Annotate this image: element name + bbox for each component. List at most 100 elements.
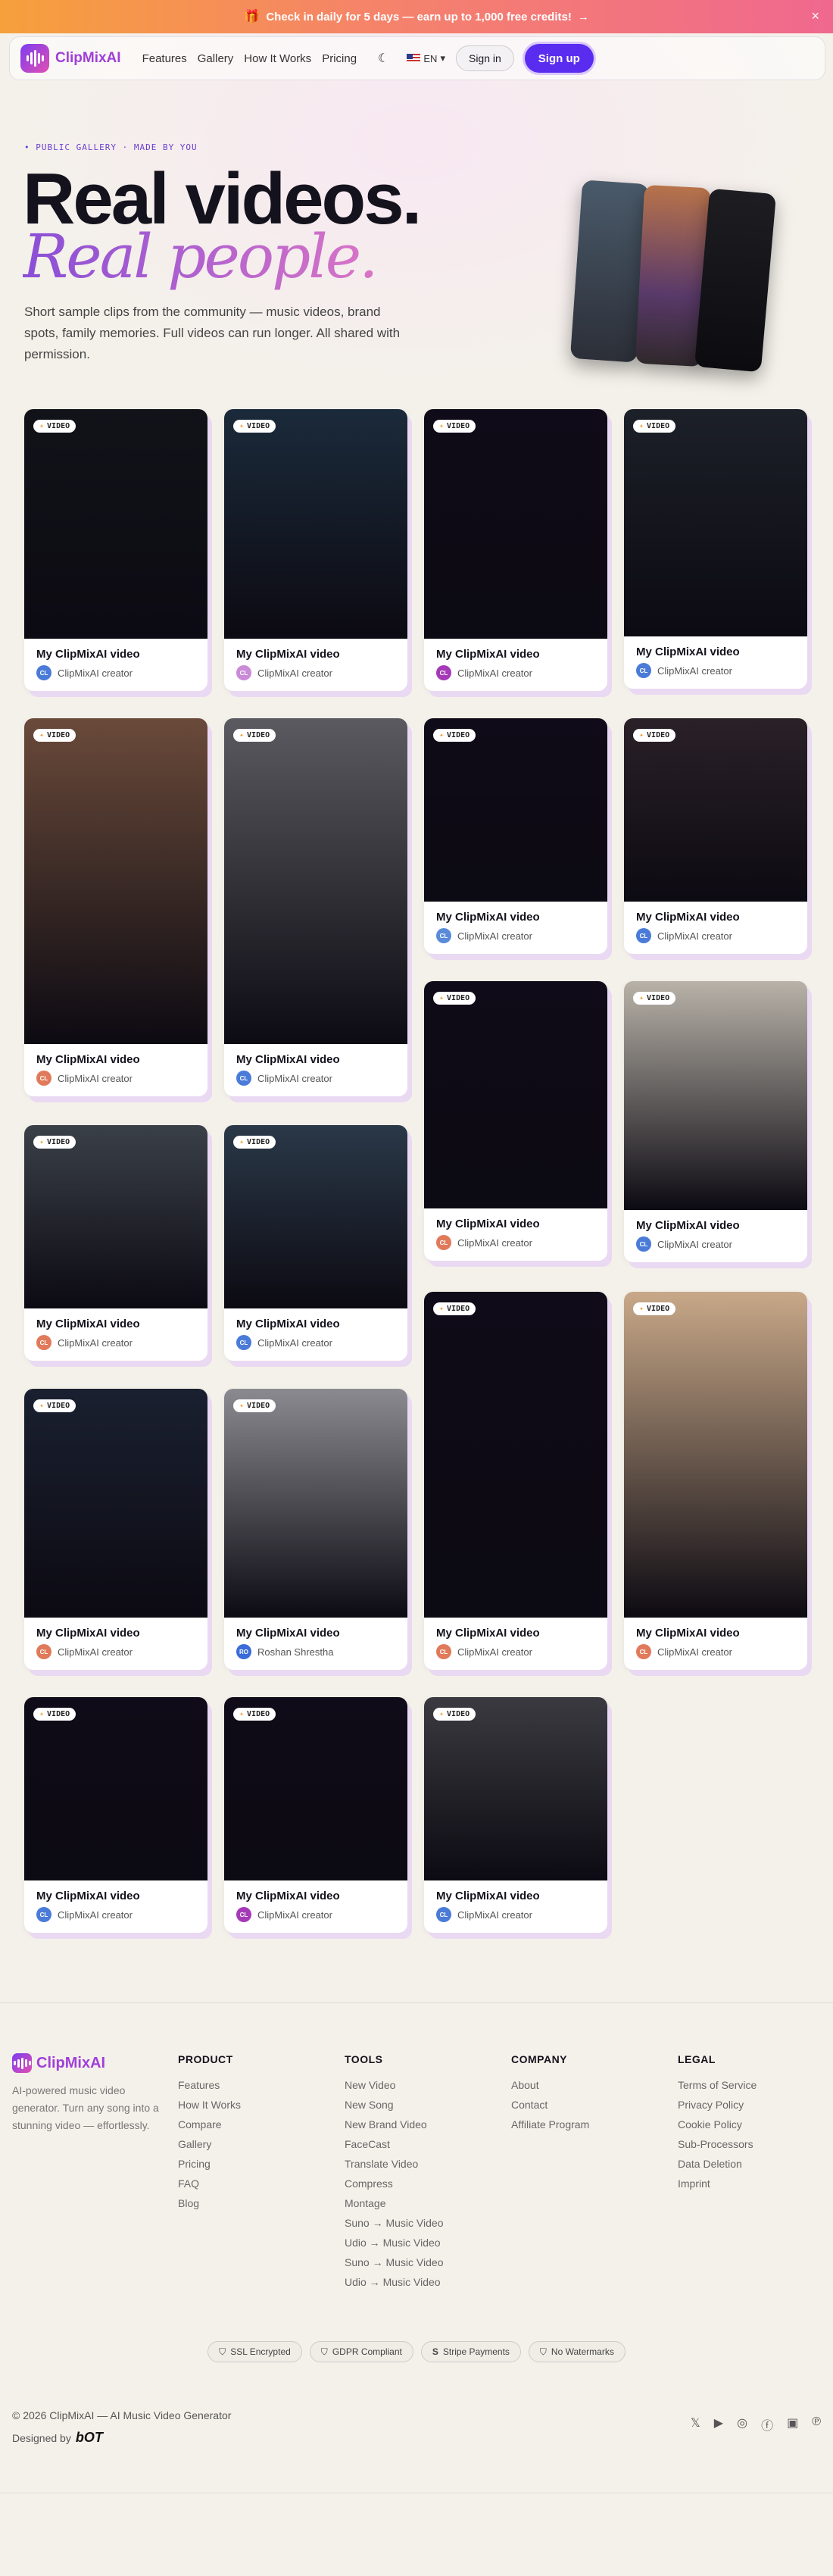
sign-in-button[interactable]: Sign in <box>455 45 514 71</box>
video-title[interactable]: My ClipMixAI video <box>224 1044 407 1071</box>
footer-link[interactable]: New Song <box>345 2099 443 2111</box>
video-card[interactable]: ✦ VIDEO My ClipMixAI video CL ClipMixAI crea… <box>424 718 607 954</box>
video-card[interactable]: ✦ VIDEO My ClipMixAI video CL ClipMixAI crea… <box>624 718 807 954</box>
video-card[interactable]: ✦ VIDEO My ClipMixAI video CL ClipMixAI crea… <box>424 981 607 1261</box>
video-title[interactable]: My ClipMixAI video <box>424 1880 607 1907</box>
nav-link-pricing[interactable]: Pricing <box>322 52 357 65</box>
video-thumbnail[interactable]: ✦ VIDEO <box>424 1292 607 1618</box>
video-title[interactable]: My ClipMixAI video <box>24 1618 207 1644</box>
video-thumbnail[interactable]: ✦ VIDEO <box>24 409 207 639</box>
video-thumbnail[interactable]: ✦ VIDEO <box>424 1697 607 1880</box>
video-thumbnail[interactable]: ✦ VIDEO <box>224 409 407 639</box>
promo-banner[interactable]: 🎁 Check in daily for 5 days — earn up to… <box>0 0 833 33</box>
video-thumbnail[interactable]: ✦ VIDEO <box>624 1292 807 1618</box>
video-card[interactable]: ✦ VIDEO My ClipMixAI video CL ClipMixAI crea… <box>224 1697 407 1933</box>
video-card[interactable]: ✦ VIDEO My ClipMixAI video CL ClipMixAI crea… <box>624 409 807 689</box>
video-thumbnail[interactable]: ✦ VIDEO <box>24 1697 207 1880</box>
pinterest-icon[interactable]: ℗ <box>812 2415 821 2434</box>
brand-name[interactable]: ClipMixAI <box>55 50 121 67</box>
video-thumbnail[interactable]: ✦ VIDEO <box>224 1389 407 1618</box>
video-card[interactable]: ✦ VIDEO My ClipMixAI video CL ClipMixAI crea… <box>24 1389 207 1670</box>
video-title[interactable]: My ClipMixAI video <box>24 1880 207 1907</box>
instagram-icon[interactable]: ◎ <box>737 2415 747 2434</box>
close-icon[interactable]: × <box>811 8 819 24</box>
video-thumbnail[interactable]: ✦ VIDEO <box>24 1389 207 1618</box>
video-title[interactable]: My ClipMixAI video <box>224 639 407 665</box>
video-title[interactable]: My ClipMixAI video <box>224 1618 407 1644</box>
facebook-icon[interactable]: ⓕ <box>761 2415 773 2434</box>
video-title[interactable]: My ClipMixAI video <box>224 1880 407 1907</box>
video-thumbnail[interactable]: ✦ VIDEO <box>24 1125 207 1308</box>
nav-link-gallery[interactable]: Gallery <box>198 52 234 65</box>
video-card[interactable]: ✦ VIDEO My ClipMixAI video CL ClipMixAI crea… <box>24 718 207 1096</box>
nav-link-how-it-works[interactable]: How It Works <box>244 52 311 65</box>
video-title[interactable]: My ClipMixAI video <box>224 1308 407 1335</box>
video-title[interactable]: My ClipMixAI video <box>624 1618 807 1644</box>
video-card[interactable]: ✦ VIDEO My ClipMixAI video CL ClipMixAI crea… <box>424 1292 607 1670</box>
footer-link[interactable]: New Video <box>345 2079 443 2091</box>
sign-up-button[interactable]: Sign up <box>524 44 594 73</box>
video-title[interactable]: My ClipMixAI video <box>624 1210 807 1236</box>
video-thumbnail[interactable]: ✦ VIDEO <box>424 409 607 639</box>
footer-link[interactable]: Compress <box>345 2177 443 2190</box>
video-card[interactable]: ✦ VIDEO My ClipMixAI video CL ClipMixAI crea… <box>624 1292 807 1670</box>
footer-link[interactable]: Compare <box>178 2118 241 2131</box>
footer-link[interactable]: How It Works <box>178 2099 241 2111</box>
footer-link[interactable]: Blog <box>178 2197 241 2209</box>
linkedin-icon[interactable]: ▣ <box>787 2415 798 2434</box>
video-card[interactable]: ✦ VIDEO My ClipMixAI video CL ClipMixAI crea… <box>24 1697 207 1933</box>
video-thumbnail[interactable]: ✦ VIDEO <box>224 1125 407 1308</box>
footer-link[interactable]: Udio → Music Video <box>345 2276 443 2288</box>
video-thumbnail[interactable]: ✦ VIDEO <box>224 718 407 1044</box>
footer-link[interactable]: FAQ <box>178 2177 241 2190</box>
video-card[interactable]: ✦ VIDEO My ClipMixAI video CL ClipMixAI crea… <box>224 409 407 691</box>
video-title[interactable]: My ClipMixAI video <box>24 1044 207 1071</box>
footer-link[interactable]: FaceCast <box>345 2138 443 2150</box>
video-title[interactable]: My ClipMixAI video <box>24 639 207 665</box>
video-title[interactable]: My ClipMixAI video <box>624 636 807 663</box>
footer-link[interactable]: Udio → Music Video <box>345 2237 443 2249</box>
footer-link[interactable]: Montage <box>345 2197 443 2209</box>
youtube-icon[interactable]: ▶ <box>714 2415 723 2434</box>
footer-link[interactable]: New Brand Video <box>345 2118 443 2131</box>
video-card[interactable]: ✦ VIDEO My ClipMixAI video CL ClipMixAI crea… <box>224 1125 407 1361</box>
footer-brand[interactable]: ClipMixAI <box>12 2053 105 2073</box>
video-thumbnail[interactable]: ✦ VIDEO <box>424 981 607 1208</box>
video-card[interactable]: ✦ VIDEO My ClipMixAI video CL ClipMixAI crea… <box>424 1697 607 1933</box>
footer-link[interactable]: Pricing <box>178 2158 241 2170</box>
language-selector[interactable]: EN ▾ <box>407 52 445 64</box>
footer-link[interactable]: Data Deletion <box>678 2158 757 2170</box>
footer-link[interactable]: Suno → Music Video <box>345 2256 443 2268</box>
footer-link[interactable]: Contact <box>511 2099 589 2111</box>
logo-icon[interactable] <box>20 44 49 73</box>
x-icon[interactable]: 𝕏 <box>691 2415 700 2434</box>
footer-link[interactable]: Affiliate Program <box>511 2118 589 2131</box>
video-thumbnail[interactable]: ✦ VIDEO <box>224 1697 407 1880</box>
footer-link[interactable]: Gallery <box>178 2138 241 2150</box>
footer-link[interactable]: Suno → Music Video <box>345 2217 443 2229</box>
video-title[interactable]: My ClipMixAI video <box>424 639 607 665</box>
video-card[interactable]: ✦ VIDEO My ClipMixAI video CL ClipMixAI crea… <box>24 409 207 691</box>
video-thumbnail[interactable]: ✦ VIDEO <box>424 718 607 902</box>
footer-link[interactable]: Cookie Policy <box>678 2118 757 2131</box>
footer-link[interactable]: Translate Video <box>345 2158 443 2170</box>
nav-link-features[interactable]: Features <box>142 52 187 65</box>
video-title[interactable]: My ClipMixAI video <box>424 1618 607 1644</box>
video-card[interactable]: ✦ VIDEO My ClipMixAI video CL ClipMixAI crea… <box>424 409 607 691</box>
video-title[interactable]: My ClipMixAI video <box>424 1208 607 1235</box>
video-card[interactable]: ✦ VIDEO My ClipMixAI video CL ClipMixAI crea… <box>624 981 807 1262</box>
footer-link[interactable]: Features <box>178 2079 241 2091</box>
video-title[interactable]: My ClipMixAI video <box>24 1308 207 1335</box>
video-title[interactable]: My ClipMixAI video <box>424 902 607 928</box>
video-card[interactable]: ✦ VIDEO My ClipMixAI video CL ClipMixAI crea… <box>24 1125 207 1361</box>
footer-link[interactable]: Imprint <box>678 2177 757 2190</box>
video-title[interactable]: My ClipMixAI video <box>624 902 807 928</box>
footer-link[interactable]: Terms of Service <box>678 2079 757 2091</box>
video-thumbnail[interactable]: ✦ VIDEO <box>624 981 807 1210</box>
footer-link[interactable]: Privacy Policy <box>678 2099 757 2111</box>
video-card[interactable]: ✦ VIDEO My ClipMixAI video RO Roshan Shresth… <box>224 1389 407 1670</box>
video-thumbnail[interactable]: ✦ VIDEO <box>624 409 807 636</box>
video-thumbnail[interactable]: ✦ VIDEO <box>624 718 807 902</box>
footer-link[interactable]: Sub-Processors <box>678 2138 757 2150</box>
video-thumbnail[interactable]: ✦ VIDEO <box>24 718 207 1044</box>
